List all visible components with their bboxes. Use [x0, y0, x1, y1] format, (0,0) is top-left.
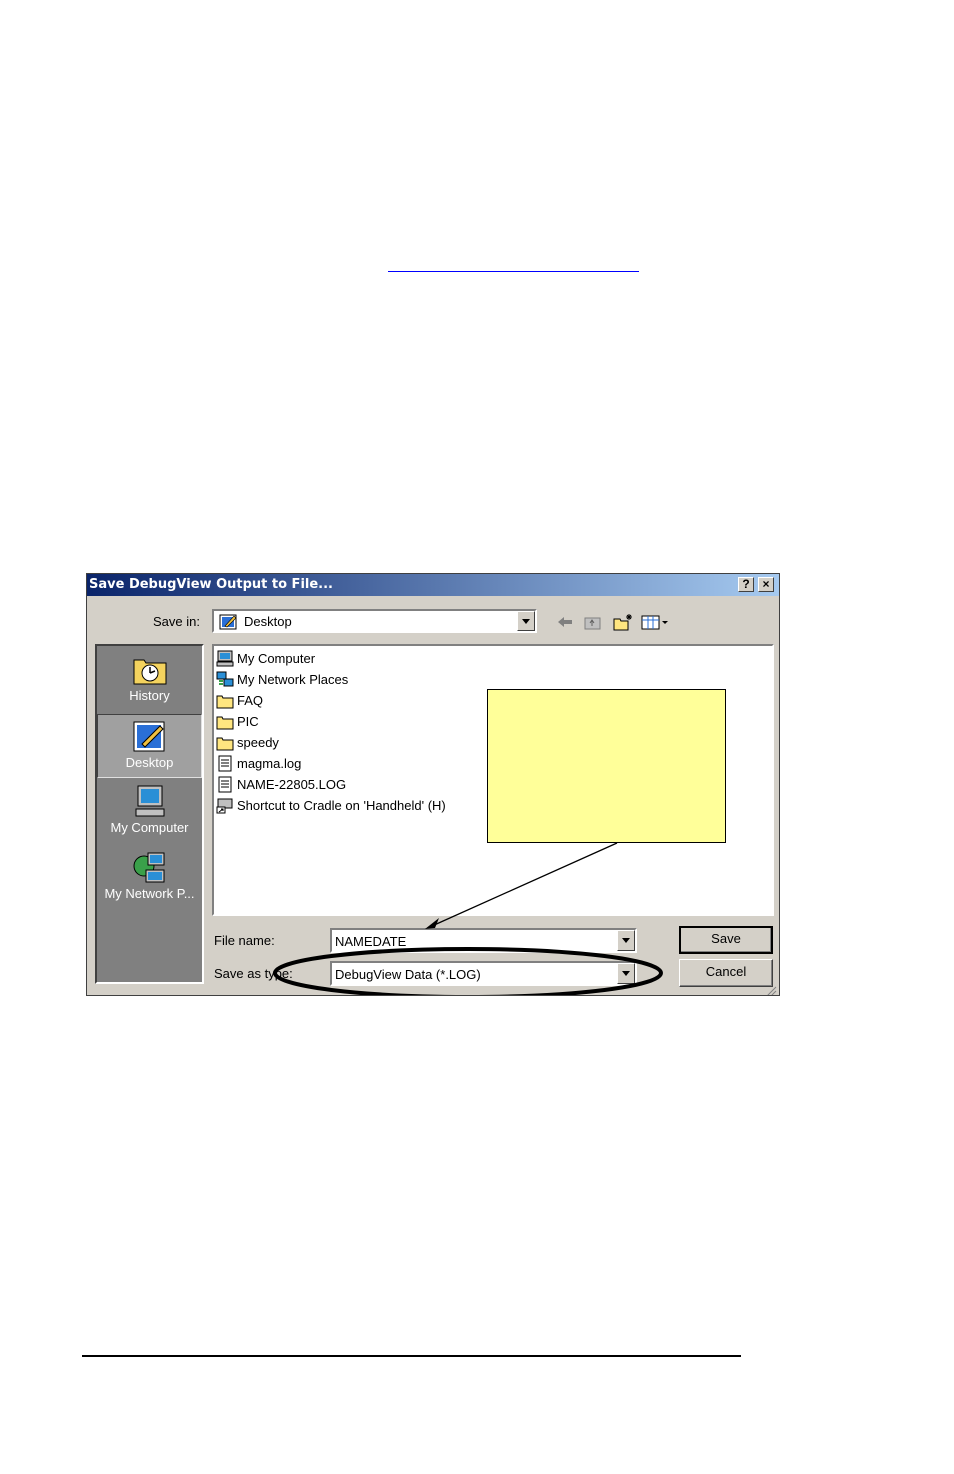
- callout-arrow: [431, 842, 618, 927]
- annotation-overlay: [273, 842, 777, 996]
- footer-rule: [82, 1355, 741, 1357]
- hyperlink-underline[interactable]: [388, 271, 639, 272]
- highlight-ellipse: [273, 947, 663, 995]
- save-dialog: Save DebugView Output to File... ? × Sav…: [86, 573, 780, 996]
- resize-grip-icon[interactable]: [767, 986, 777, 996]
